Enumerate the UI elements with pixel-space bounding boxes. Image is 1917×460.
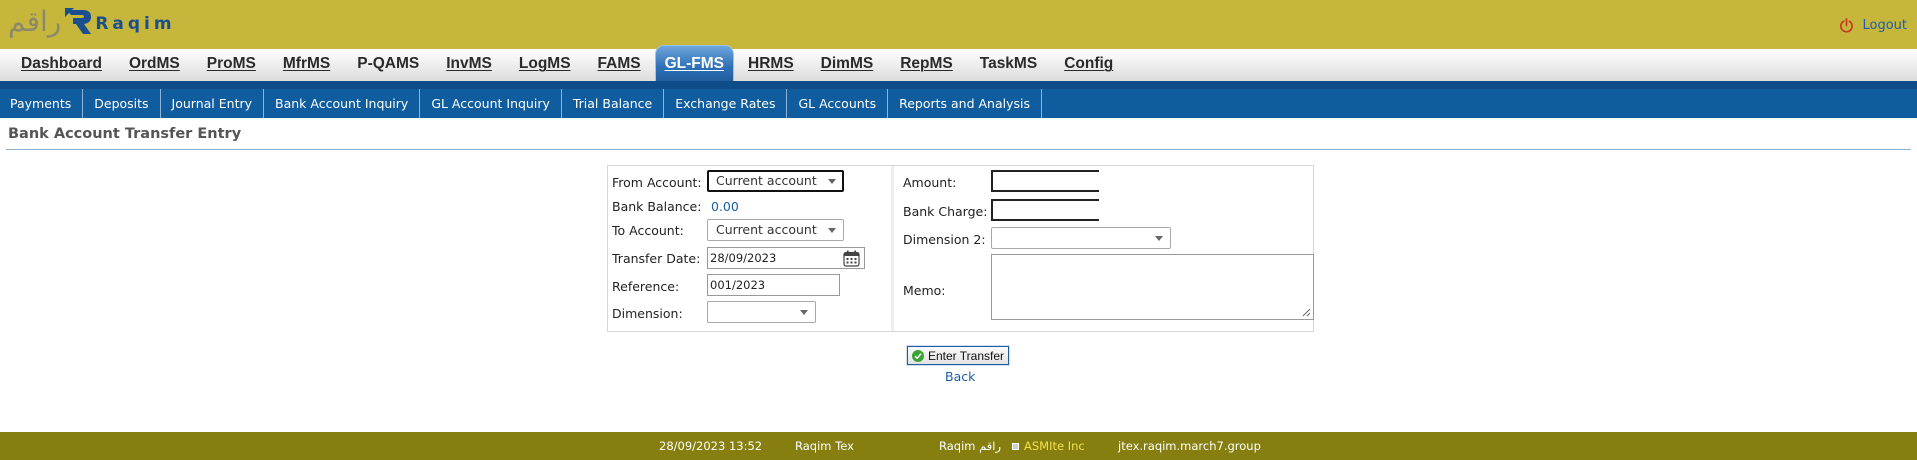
submenu-item-gl-accounts[interactable]: GL Accounts <box>787 89 889 118</box>
nav-divider-stripe <box>0 81 1917 89</box>
transfer-date-label: Transfer Date: <box>612 251 701 266</box>
logo-english-text: Raqim <box>95 14 176 34</box>
nav-item-p-qams[interactable]: P-QAMS <box>344 49 432 81</box>
app-footer: 28/09/2023 13:52 Raqim Tex Raqim راقم AS… <box>0 432 1917 460</box>
amount-input[interactable] <box>991 170 1099 192</box>
nav-item-taskms[interactable]: TaskMS <box>967 49 1050 81</box>
to-account-value: Current account <box>716 222 817 237</box>
amount-label: Amount: <box>903 175 957 190</box>
submenu-item-gl-account-inquiry[interactable]: GL Account Inquiry <box>420 89 562 118</box>
nav-item-config[interactable]: Config <box>1051 49 1126 81</box>
logo-arrow-icon <box>65 8 92 34</box>
title-divider <box>6 149 1911 150</box>
page-title: Bank Account Transfer Entry <box>8 126 242 142</box>
app-logo[interactable]: راقم Raqim <box>8 4 176 40</box>
bank-charge-input[interactable] <box>991 199 1099 221</box>
submenu-item-deposits[interactable]: Deposits <box>83 89 161 118</box>
dimension2-select[interactable] <box>991 227 1171 249</box>
calendar-icon[interactable] <box>842 249 860 267</box>
from-account-value: Current account <box>716 173 817 188</box>
transfer-form: From Account: Current account Bank Balan… <box>607 165 1314 332</box>
submenu-item-payments[interactable]: Payments <box>0 89 84 118</box>
enter-transfer-button[interactable]: Enter Transfer <box>905 345 1011 366</box>
nav-item-logms[interactable]: LogMS <box>506 49 584 81</box>
square-icon <box>1012 443 1019 450</box>
footer-datetime: 28/09/2023 13:52 <box>659 439 763 453</box>
chevron-down-icon <box>800 310 808 315</box>
app-header: راقم Raqim Logout <box>0 0 1917 50</box>
logout-link[interactable]: Logout <box>1839 18 1907 33</box>
back-link[interactable]: Back <box>945 369 975 384</box>
memo-label: Memo: <box>903 283 946 298</box>
enter-transfer-label: Enter Transfer <box>928 348 1005 363</box>
nav-item-dimms[interactable]: DimMS <box>808 49 887 81</box>
footer-brand: Raqim راقم <box>939 439 1002 453</box>
check-circle-icon <box>912 349 924 362</box>
form-left-column: From Account: Current account Bank Balan… <box>608 166 894 331</box>
reference-input[interactable]: 001/2023 <box>707 274 840 296</box>
footer-company[interactable]: ASMIte Inc <box>1012 439 1085 453</box>
to-account-label: To Account: <box>612 223 684 238</box>
dimension-label: Dimension: <box>612 306 683 321</box>
main-navigation: Dashboard OrdMS ProMS MfrMS P-QAMS InvMS LogMS… <box>0 45 1917 82</box>
dimension2-label: Dimension 2: <box>903 232 986 247</box>
chevron-down-icon <box>828 179 836 184</box>
resize-grip-icon[interactable] <box>1302 308 1311 317</box>
submenu-item-journal-entry[interactable]: Journal Entry <box>161 89 265 118</box>
chevron-down-icon <box>1155 236 1163 241</box>
gl-fms-submenu: Payments Deposits Journal Entry Bank Accoun… <box>0 89 1917 118</box>
footer-user: Raqim Tex <box>795 439 854 453</box>
to-account-select[interactable]: Current account <box>707 219 844 241</box>
nav-item-dashboard[interactable]: Dashboard <box>8 49 115 81</box>
from-account-select[interactable]: Current account <box>707 170 844 192</box>
nav-item-invms[interactable]: InvMS <box>433 49 505 81</box>
transfer-date-value: 28/09/2023 <box>710 251 777 265</box>
nav-item-repms[interactable]: RepMS <box>887 49 966 81</box>
reference-label: Reference: <box>612 279 680 294</box>
nav-item-gl-fms[interactable]: GL-FMS <box>654 45 735 82</box>
nav-item-mfrms[interactable]: MfrMS <box>270 49 343 81</box>
logout-label: Logout <box>1862 18 1907 33</box>
memo-textarea[interactable] <box>991 254 1314 320</box>
footer-domain: jtex.raqim.march7.group <box>1118 439 1261 453</box>
bank-balance-label: Bank Balance: <box>612 199 702 214</box>
form-right-column: Amount: Bank Charge: Dimension 2: Memo: <box>895 166 1314 331</box>
nav-item-proms[interactable]: ProMS <box>194 49 269 81</box>
dimension-select[interactable] <box>707 301 816 323</box>
bank-balance-value[interactable]: 0.00 <box>711 199 739 214</box>
power-icon <box>1840 18 1854 33</box>
submenu-item-trial-balance[interactable]: Trial Balance <box>562 89 665 118</box>
footer-company-name: ASMIte Inc <box>1024 439 1085 453</box>
nav-item-fams[interactable]: FAMS <box>585 49 654 81</box>
submenu-item-exchange-rates[interactable]: Exchange Rates <box>664 89 788 118</box>
nav-item-hrms[interactable]: HRMS <box>735 49 807 81</box>
from-account-label: From Account: <box>612 175 702 190</box>
submenu-item-reports-and-analysis[interactable]: Reports and Analysis <box>888 89 1042 118</box>
bank-charge-label: Bank Charge: <box>903 204 988 219</box>
logo-arabic-text: راقم <box>8 5 62 38</box>
nav-item-ordms[interactable]: OrdMS <box>116 49 193 81</box>
chevron-down-icon <box>828 228 836 233</box>
submenu-item-bank-account-inquiry[interactable]: Bank Account Inquiry <box>264 89 421 118</box>
reference-value: 001/2023 <box>710 278 766 292</box>
